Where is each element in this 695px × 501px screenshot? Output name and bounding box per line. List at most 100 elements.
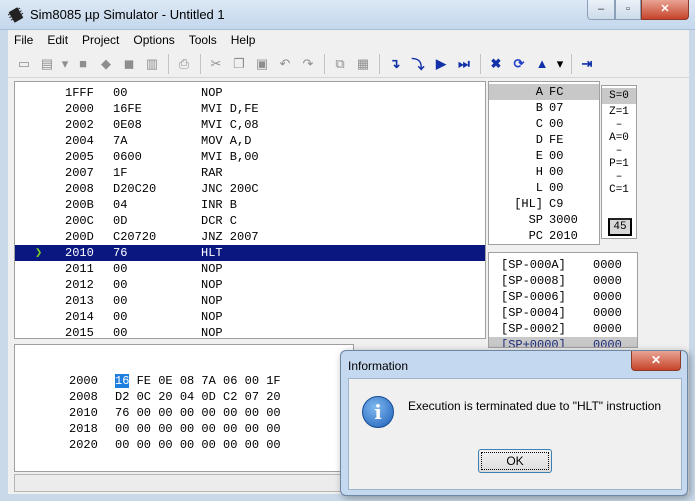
stack-row-current: [SP+0000] 0000 <box>489 337 637 348</box>
exit-icon[interactable]: ⇥ <box>577 54 597 74</box>
code-line[interactable]: 2002 0E08 MVI C,08 <box>15 117 485 133</box>
current-code-line[interactable]: ❯ 2010 76 HLT <box>15 245 485 261</box>
stack-value: 0000 <box>593 338 622 348</box>
dialog-message: Execution is terminated due to "HLT" ins… <box>408 399 662 413</box>
register-name: B <box>535 101 543 115</box>
paste-icon[interactable]: ▣ <box>252 54 272 74</box>
reset-icon[interactable]: ⟳ <box>509 54 529 74</box>
print-icon[interactable]: ⎙ <box>174 54 194 74</box>
flag-carry: C=1 <box>609 184 629 196</box>
code-instruction: DCR C <box>201 214 238 228</box>
code-line[interactable]: 1FFF 00 NOP <box>15 85 485 101</box>
dropdown-icon[interactable]: ▾ <box>555 54 565 74</box>
code-line[interactable]: 2012 00 NOP <box>15 277 485 293</box>
register-value: C9 <box>549 197 564 211</box>
memory-bytes[interactable]: 00 00 00 00 00 00 00 <box>137 422 281 436</box>
stop-run-icon[interactable]: ✖ <box>486 54 506 74</box>
open-icon[interactable]: ▤ <box>37 54 57 74</box>
dialog-close-button[interactable]: ✕ <box>631 351 681 371</box>
run-icon[interactable]: ▶ <box>431 54 451 74</box>
code-instruction: NOP <box>201 310 223 324</box>
flag-parity: P=1 <box>609 158 629 170</box>
register-row: [HL] C9 <box>489 196 599 212</box>
memory-bytes[interactable]: 00 00 00 00 00 00 00 <box>137 438 281 452</box>
paste-memory-icon[interactable]: ▦ <box>353 54 373 74</box>
code-line[interactable]: 2000 16FE MVI D,FE <box>15 101 485 117</box>
memory-bytes[interactable]: FE 0E 08 7A 06 00 1F <box>137 374 281 388</box>
code-hex: 00 <box>113 86 128 100</box>
register-row: C 00 <box>489 116 599 132</box>
stack-row: [SP-0006] 0000 <box>489 289 637 305</box>
undo-icon[interactable]: ↶ <box>275 54 295 74</box>
code-line[interactable]: 2015 00 NOP <box>15 325 485 341</box>
register-row: L 00 <box>489 180 599 196</box>
code-line[interactable]: 2007 1F RAR <box>15 165 485 181</box>
memory-byte[interactable]: 00 <box>115 438 129 452</box>
menu-help[interactable]: Help <box>231 33 256 47</box>
run-to-end-icon[interactable]: ⏭ <box>454 54 474 74</box>
step-into-icon[interactable]: ↴ <box>385 54 405 74</box>
code-instruction: MVI D,FE <box>201 102 259 116</box>
memory-bytes[interactable]: 00 00 00 00 00 00 00 <box>137 406 281 420</box>
register-value: 00 <box>549 149 564 163</box>
flag-separator: – <box>615 171 623 183</box>
copy-icon[interactable]: ❐ <box>229 54 249 74</box>
memory-bytes[interactable]: 0C 20 04 0D C2 07 20 <box>137 390 281 404</box>
register-name: L <box>535 181 543 195</box>
menu-options[interactable]: Options <box>133 33 174 47</box>
code-address: 200C <box>65 214 94 228</box>
maximize-button[interactable]: ▫ <box>615 0 641 20</box>
code-line[interactable]: 2005 0600 MVI B,00 <box>15 149 485 165</box>
memory-panel[interactable]: 2000 16 FE 0E 08 7A 06 00 1F 2008 D2 0C 20… <box>14 344 354 472</box>
memory-byte[interactable]: 00 <box>115 422 129 436</box>
memory-byte[interactable]: 76 <box>115 406 129 420</box>
disassembly-panel[interactable]: 1FFF 00 NOP 2000 16FE MVI D,FE 2002 0E08 MVI C… <box>14 81 486 341</box>
code-address: 1FFF <box>65 86 94 100</box>
ok-button[interactable]: OK <box>478 449 552 473</box>
code-instruction: JNZ 2007 <box>201 230 259 244</box>
step-over-icon[interactable]: ⤵ <box>408 54 428 74</box>
copy-memory-icon[interactable]: ⧉ <box>330 54 350 74</box>
dropdown-icon[interactable]: ▾ <box>60 54 70 74</box>
menu-edit[interactable]: Edit <box>47 33 68 47</box>
register-row: SP 3000 <box>489 212 599 228</box>
register-value: 3000 <box>549 213 578 227</box>
stack-value: 0000 <box>593 290 622 304</box>
code-line[interactable]: 200D C20720 JNZ 2007 <box>15 229 485 245</box>
build-icon[interactable]: ▥ <box>142 54 162 74</box>
code-line[interactable]: 200C 0D DCR C <box>15 213 485 229</box>
menu-project[interactable]: Project <box>82 33 119 47</box>
menu-tools[interactable]: Tools <box>189 33 217 47</box>
menu-file[interactable]: File <box>14 33 33 47</box>
paste-block-icon[interactable]: ◼ <box>119 54 139 74</box>
cut-icon[interactable]: ✂ <box>206 54 226 74</box>
close-button[interactable]: ✕ <box>641 0 689 20</box>
toolbar-separator <box>200 53 201 74</box>
code-line[interactable]: 2004 7A MOV A,D <box>15 133 485 149</box>
code-hex: 0600 <box>113 150 142 164</box>
code-instruction: MVI C,08 <box>201 118 259 132</box>
minimize-button[interactable]: – <box>587 0 615 20</box>
redo-icon[interactable]: ↷ <box>298 54 318 74</box>
code-instruction: JNC 200C <box>201 182 259 196</box>
code-hex: C20720 <box>113 230 157 244</box>
new-icon[interactable]: ▭ <box>14 54 34 74</box>
memory-byte-selected[interactable]: 16 <box>115 374 130 388</box>
stack-panel: [SP-000A] 0000 [SP-0008] 0000 [SP-0006] 000… <box>488 252 638 348</box>
register-value: 2010 <box>549 229 578 243</box>
code-address: 2007 <box>65 166 94 180</box>
assemble-icon[interactable]: ▲ <box>532 54 552 74</box>
copy-block-icon[interactable]: ◆ <box>96 54 116 74</box>
stack-offset: [SP-0006] <box>501 290 566 304</box>
memory-address: 2000 <box>69 374 98 388</box>
code-hex: 00 <box>113 294 128 308</box>
code-line[interactable]: 2013 00 NOP <box>15 293 485 309</box>
code-line[interactable]: 2008 D20C20 JNC 200C <box>15 181 485 197</box>
code-address: 2002 <box>65 118 94 132</box>
memory-byte[interactable]: D2 <box>115 390 129 404</box>
memory-row: 2010 76 00 00 00 00 00 00 00 <box>15 405 345 421</box>
code-line[interactable]: 2014 00 NOP <box>15 309 485 325</box>
code-line[interactable]: 2011 00 NOP <box>15 261 485 277</box>
stop-icon[interactable]: ■ <box>73 54 93 74</box>
code-line[interactable]: 200B 04 INR B <box>15 197 485 213</box>
